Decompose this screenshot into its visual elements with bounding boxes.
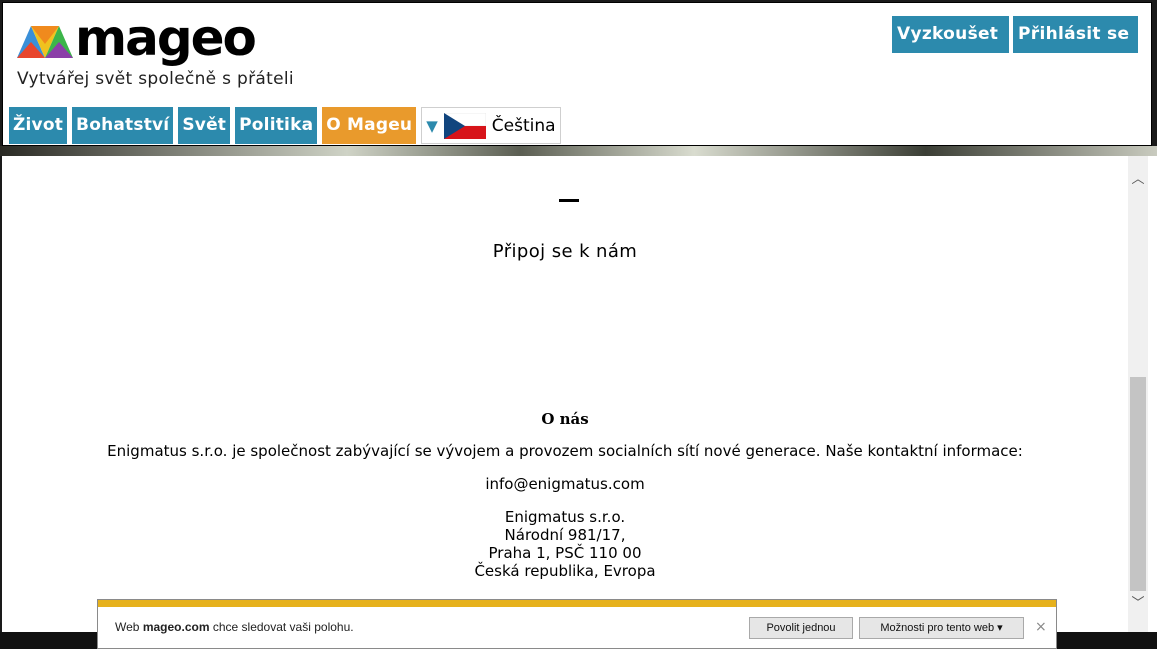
main-nav: Život Bohatství Svět Politika O Mageu ▼ … — [9, 107, 561, 144]
site-header: mageo Vytvářej svět společně s přáteli V… — [2, 2, 1152, 146]
window-edge — [1148, 156, 1157, 632]
background-strip — [0, 146, 1157, 156]
site-options-button[interactable]: Možnosti pro tento web ▾ — [859, 617, 1024, 639]
tagline: Vytvářej svět společně s přáteli — [17, 69, 294, 89]
caret-down-icon: ▼ — [426, 116, 438, 135]
location-permission-bar: Web mageo.com chce sledovat vaši polohu.… — [97, 599, 1057, 649]
address-line: Praha 1, PSČ 110 00 — [488, 544, 642, 562]
address-line: Národní 981/17, — [504, 526, 626, 544]
main-content: Připoj se k nám O nás Enigmatus s.r.o. j… — [2, 156, 1128, 632]
scroll-up-icon[interactable]: ︿ — [1128, 170, 1148, 190]
logo[interactable]: mageo — [17, 9, 257, 67]
notification-accent-strip — [98, 600, 1056, 607]
chevron-down-icon: ▾ — [997, 622, 1003, 634]
vertical-scrollbar[interactable]: ︿ ﹀ — [1128, 156, 1148, 632]
close-icon[interactable]: × — [1035, 619, 1047, 635]
about-title: O nás — [541, 410, 589, 428]
address-line: Enigmatus s.r.o. — [504, 508, 626, 526]
nav-item-o-mageu[interactable]: O Mageu — [322, 107, 417, 144]
join-heading: Připoj se k nám — [492, 241, 638, 262]
notification-prefix: Web — [115, 620, 140, 634]
company-address: Enigmatus s.r.o. Národní 981/17, Praha 1… — [2, 508, 1128, 580]
language-label: Čeština — [491, 115, 556, 136]
nav-item-svet[interactable]: Svět — [178, 107, 231, 144]
nav-item-bohatstvi[interactable]: Bohatství — [72, 107, 174, 144]
address-line: Česká republika, Evropa — [474, 562, 656, 580]
login-button[interactable]: Přihlásit se — [1013, 16, 1138, 53]
notification-domain: mageo.com — [142, 620, 210, 634]
scroll-down-icon[interactable]: ﹀ — [1128, 594, 1148, 614]
about-text: Enigmatus s.r.o. je společnost zabývajíc… — [107, 442, 1023, 460]
scrollbar-thumb[interactable] — [1130, 377, 1146, 591]
contact-email[interactable]: info@enigmatus.com — [2, 475, 1128, 493]
try-button[interactable]: Vyzkoušet — [892, 16, 1009, 53]
section-divider — [559, 199, 579, 202]
notification-message: Web mageo.com chce sledovat vaši polohu. — [115, 620, 354, 634]
nav-item-zivot[interactable]: Život — [9, 107, 68, 144]
allow-once-button[interactable]: Povolit jednou — [749, 617, 853, 639]
logo-wordmark: mageo — [75, 9, 257, 67]
czech-flag-icon — [443, 112, 486, 139]
language-selector[interactable]: ▼ Čeština — [421, 107, 561, 144]
nav-item-politika[interactable]: Politika — [235, 107, 318, 144]
site-options-label: Možnosti pro tento web — [880, 622, 995, 634]
notification-suffix: chce sledovat vaši polohu. — [212, 620, 354, 634]
logo-mark-icon — [17, 26, 73, 58]
